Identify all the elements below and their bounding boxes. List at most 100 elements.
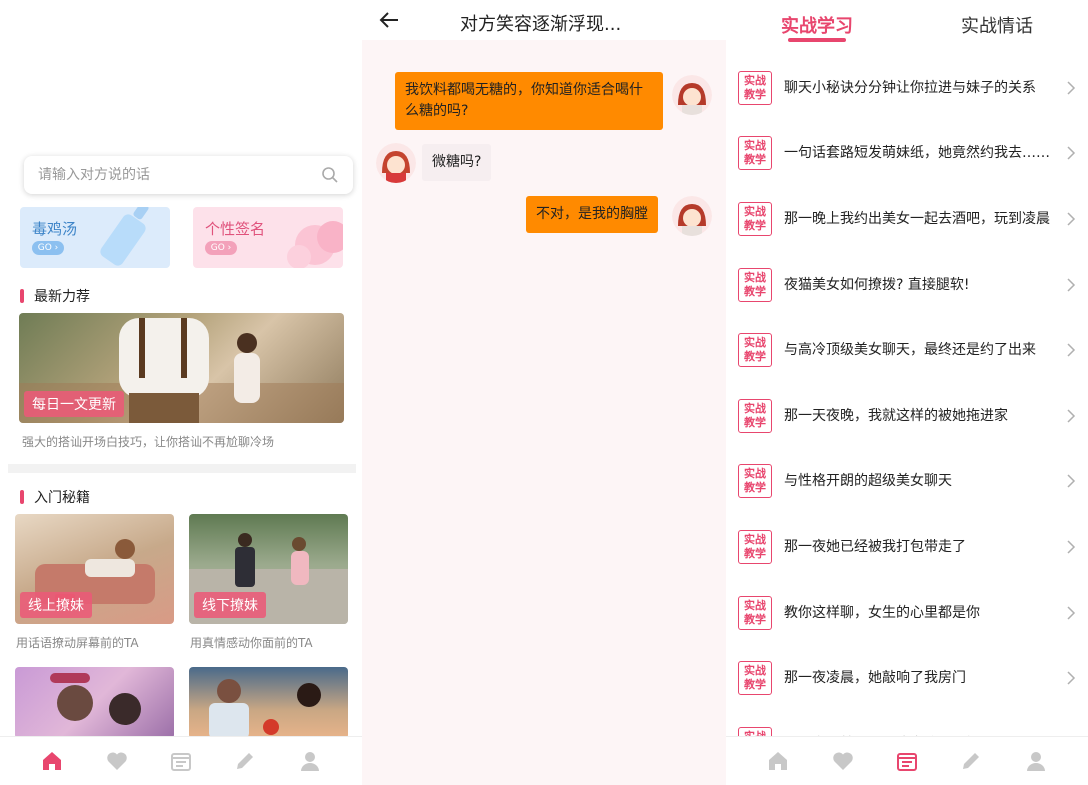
learning-screen: 实战学习 实战情话 实战教学 聊天小秘诀分分钟让你拉进与妹子的关系 实战教学 一句话套…: [726, 0, 1088, 785]
list-item[interactable]: 实战教学 那一夜她已经被我打包带走了: [726, 514, 1088, 580]
list-item-title: 与性格开朗的超级美女聊天: [784, 473, 952, 490]
tab-home[interactable]: [39, 748, 65, 774]
tab-favorites[interactable]: [830, 748, 856, 774]
anime-girl-avatar-icon: [672, 75, 712, 115]
back-arrow-icon[interactable]: [378, 9, 400, 31]
search-bar[interactable]: [24, 156, 353, 194]
chevron-right-icon: [1067, 81, 1076, 95]
practice-badge: 实战教学: [738, 464, 772, 499]
chevron-right-icon: [1067, 606, 1076, 620]
card-tag: 线下撩妹: [194, 592, 266, 618]
heading-text: 最新力荐: [34, 289, 90, 305]
anime-girl-avatar-icon: [376, 143, 416, 183]
list-item-title: 与高冷顶级美女聊天，最终还是约了出来: [784, 342, 1036, 359]
tab-home[interactable]: [765, 748, 791, 774]
list-item[interactable]: 实战教学 教你这样聊，女生的心里都是你: [726, 580, 1088, 646]
bottle-illustration: [100, 207, 149, 266]
card-title: 毒鸡汤: [32, 220, 78, 238]
basics-heading: 入门秘籍: [20, 487, 90, 507]
bottom-tab-bar: [0, 736, 362, 785]
message-bubble-out[interactable]: 我饮料都喝无糖的，你知道你适合喝什么糖的吗?: [395, 72, 663, 130]
top-tabs: 实战学习 实战情话: [726, 0, 1088, 44]
list-item-title: 教你这样聊，女生的心里都是你: [784, 604, 980, 621]
chevron-right-icon: [1067, 474, 1076, 488]
chevron-right-icon: [1067, 278, 1076, 292]
tab-favorites[interactable]: [104, 748, 130, 774]
card-title: 个性签名: [205, 220, 266, 238]
featured-banner[interactable]: 每日一文更新: [19, 313, 344, 423]
banner-tag: 每日一文更新: [24, 391, 124, 417]
chat-title: 对方笑容逐渐浮现...: [460, 14, 622, 35]
my-avatar[interactable]: [672, 196, 712, 236]
practice-badge: 实战教学: [738, 136, 772, 171]
list-item[interactable]: 实战教学 聊天小秘诀分分钟让你拉进与妹子的关系: [726, 55, 1088, 121]
tab-write[interactable]: [958, 748, 984, 774]
chevron-right-icon: [1067, 409, 1076, 423]
article-card[interactable]: [15, 667, 174, 739]
list-item[interactable]: 实战教学 那一夜凌晨，她敲响了我房门: [726, 645, 1088, 711]
practice-badge: 实战教学: [738, 595, 772, 630]
chat-screen: 对方笑容逐渐浮现... 我饮料都喝无糖的，你知道你适合喝什么糖的吗? 微糖吗? …: [362, 0, 726, 785]
list-item-title: 那一夜凌晨，她敲响了我房门: [784, 670, 966, 687]
signature-card[interactable]: 个性签名 GO ›: [193, 207, 343, 268]
home-screen: 毒鸡汤 GO › 个性签名 GO › 最新力荐 每日一文更新 强大的搭讪开场白技…: [0, 0, 362, 785]
message-bubble-out[interactable]: 不对，是我的胸膛: [526, 196, 658, 233]
home-icon: [43, 752, 62, 770]
list-item-title: 那一夜她已经被我打包带走了: [784, 538, 966, 555]
tab-profile[interactable]: [1023, 748, 1049, 774]
tab-practical-learning[interactable]: 实战学习: [781, 12, 853, 38]
list-item-title: 那一天夜晚，我就这样的被她拖进家: [784, 407, 1008, 424]
message-bubble-in[interactable]: 微糖吗?: [422, 144, 492, 181]
partner-avatar[interactable]: [376, 143, 416, 183]
chevron-right-icon: [1067, 671, 1076, 685]
card-tag: 线上撩妹: [20, 592, 92, 618]
list-item[interactable]: 实战教学 与高冷顶级美女聊天，最终还是约了出来: [726, 317, 1088, 383]
list-item[interactable]: 实战教学 与性格开朗的超级美女聊天: [726, 449, 1088, 515]
list-item-title: 聊天小秘诀分分钟让你拉进与妹子的关系: [784, 79, 1036, 96]
list-item-title: 一句话套路短发萌妹纸，她竟然约我去……: [784, 145, 1050, 162]
section-divider: [8, 464, 356, 473]
practice-badge: 实战教学: [738, 201, 772, 236]
active-tab-indicator: [788, 38, 846, 42]
user-icon: [300, 752, 319, 771]
cloud-illustration: [287, 221, 343, 268]
chevron-right-icon: [1067, 540, 1076, 554]
search-input[interactable]: [38, 167, 321, 183]
tab-practical-lines[interactable]: 实战情话: [961, 12, 1033, 38]
tab-write[interactable]: [232, 748, 258, 774]
go-button[interactable]: GO ›: [32, 241, 64, 255]
article-card[interactable]: [189, 667, 348, 739]
practice-badge: 实战教学: [738, 529, 772, 564]
card-caption: 用话语撩动屏幕前的TA: [16, 636, 139, 650]
tab-profile[interactable]: [297, 748, 323, 774]
list-item-title: 那一晚上我约出美女一起去酒吧，玩到凌晨: [784, 210, 1050, 227]
list-item[interactable]: 实战教学 那一天夜晚，我就这样的被她拖进家: [726, 383, 1088, 449]
latest-heading: 最新力荐: [20, 286, 90, 306]
tab-calendar[interactable]: [894, 748, 920, 774]
search-icon[interactable]: [321, 166, 339, 184]
practice-badge: 实战教学: [738, 661, 772, 696]
heart-icon: [106, 752, 127, 770]
pencil-icon: [237, 753, 254, 769]
chat-header: 对方笑容逐渐浮现...: [362, 0, 726, 40]
poison-soup-card[interactable]: 毒鸡汤 GO ›: [20, 207, 170, 268]
offline-flirt-card[interactable]: 线下撩妹: [189, 514, 348, 624]
chevron-right-icon: [1067, 146, 1076, 160]
list-item[interactable]: 实战教学 夜猫美女如何撩拨? 直接腿软!: [726, 252, 1088, 318]
list-item[interactable]: 实战教学 一句话套路短发萌妹纸，她竟然约我去……: [726, 121, 1088, 187]
bottom-tab-bar: [726, 736, 1088, 785]
my-avatar[interactable]: [672, 75, 712, 115]
calendar-icon: [896, 753, 917, 771]
heading-marker: [20, 289, 24, 303]
tab-calendar[interactable]: [168, 748, 194, 774]
calendar-icon: [170, 753, 191, 771]
banner-caption: 强大的搭讪开场白技巧，让你搭讪不再尬聊冷场: [22, 435, 275, 449]
go-button[interactable]: GO ›: [205, 241, 237, 255]
user-icon: [1026, 752, 1045, 771]
online-flirt-card[interactable]: 线上撩妹: [15, 514, 174, 624]
chevron-right-icon: [1067, 343, 1076, 357]
practice-badge: 实战教学: [738, 398, 772, 433]
heart-icon: [832, 752, 853, 770]
practice-badge: 实战教学: [738, 267, 772, 302]
list-item[interactable]: 实战教学 那一晚上我约出美女一起去酒吧，玩到凌晨: [726, 186, 1088, 252]
